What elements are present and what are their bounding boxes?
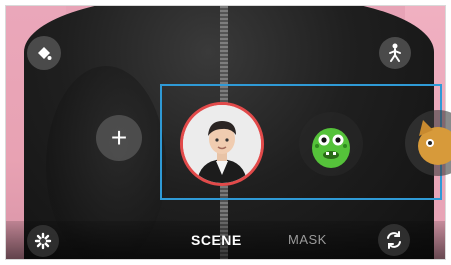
add-emoji-button[interactable]: + [96,115,142,161]
person-walking-icon [389,43,401,62]
switch-camera-button[interactable] [378,224,410,256]
human-avatar-icon [183,105,261,183]
switch-camera-icon [387,231,401,249]
tab-mask[interactable]: MASK [288,232,327,247]
settings-button[interactable] [27,225,59,257]
plus-icon: + [110,122,128,153]
green-dinosaur-icon [312,128,350,168]
paint-bucket-icon [38,47,52,60]
sticker-effects-button[interactable] [27,36,61,70]
tab-scene[interactable]: SCENE [191,232,242,248]
gear-icon [34,232,52,250]
body-mode-button[interactable] [379,37,411,69]
emoji-item-avatar[interactable] [180,102,264,186]
emoji-item-dinosaur[interactable] [299,112,363,176]
